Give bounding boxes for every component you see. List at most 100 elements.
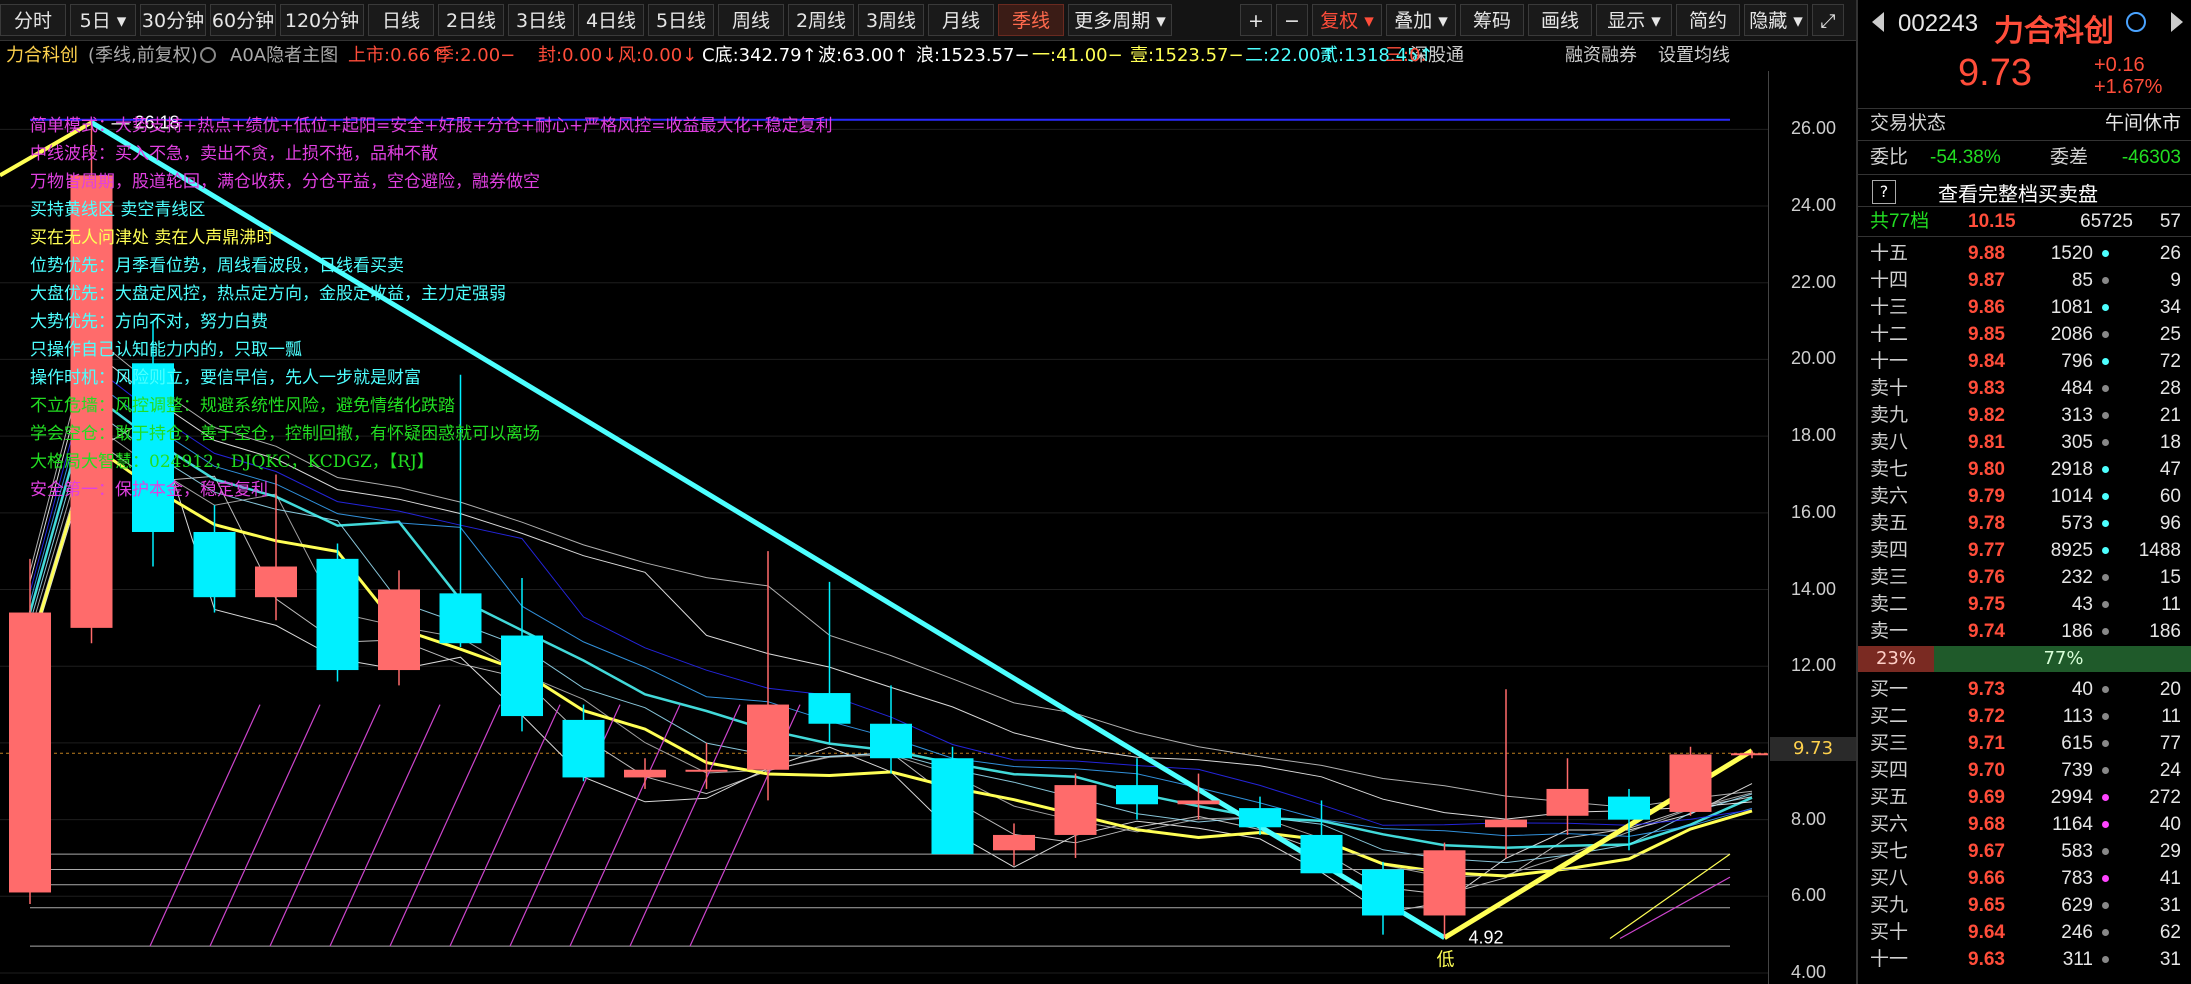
bid-label: 买十 [1870, 922, 1909, 943]
indicator-value-5: 波:63.00↑ [818, 45, 909, 66]
candle-body-7 [439, 593, 482, 644]
candle-body-23 [1423, 850, 1466, 916]
plus-button[interactable]: + [1240, 4, 1272, 36]
help-icon[interactable]: ? [1872, 180, 1896, 204]
link-margin-trading[interactable]: 融资融券 [1565, 41, 1637, 71]
gear-icon[interactable] [200, 47, 216, 63]
low-marker: 低 [1437, 950, 1455, 971]
fan-line-3 [329, 704, 441, 947]
draw-button[interactable]: 画线 [1528, 4, 1592, 36]
period-button-8[interactable]: 4日线 [578, 4, 644, 36]
ask-price: 9.87 [1968, 270, 2005, 291]
indicator-info-bar: 力合科创 (季线,前复权) A0A隐者主图 深股通 融资融券 设置均线 上市:0… [0, 41, 1856, 71]
candle-body-21 [1300, 834, 1343, 874]
prev-stock-icon[interactable] [1872, 12, 1884, 32]
bid-count: 77 [2159, 733, 2181, 754]
bid-dot-icon [2102, 767, 2109, 774]
bid-volume: 113 [2062, 706, 2093, 727]
period-button-10[interactable]: 周线 [718, 4, 784, 36]
next-stock-icon[interactable] [2171, 12, 2183, 32]
fan-line-8 [629, 704, 741, 947]
candle-body-6 [378, 589, 420, 671]
y-tick-label-7: 18.00 [1791, 425, 1837, 446]
simple-button[interactable]: 简约 [1676, 4, 1740, 36]
y-tick-label-9: 22.00 [1791, 271, 1837, 292]
low-price-label: 4.92 [1469, 928, 1504, 948]
period-button-9[interactable]: 5日线 [648, 4, 714, 36]
ask-count: 72 [2159, 351, 2181, 372]
period-button-13[interactable]: 月线 [928, 4, 994, 36]
period-button-11[interactable]: 2周线 [788, 4, 854, 36]
y-tick-label-2: 8.00 [1791, 808, 1827, 829]
period-button-6[interactable]: 2日线 [438, 4, 504, 36]
candle-body-27 [1669, 754, 1712, 812]
note-line-5: 位势优先：月季看位势，周线看波段，日线看买卖 [30, 256, 404, 276]
minus-button[interactable]: − [1276, 4, 1308, 36]
period-button-1[interactable]: 5日 ▾ [70, 4, 136, 36]
bid-row-3: 买四 9.70 739 24 [1858, 757, 2191, 784]
period-button-12[interactable]: 3周线 [858, 4, 924, 36]
period-button-14[interactable]: 季线 [998, 4, 1064, 36]
ask-label: 卖八 [1870, 432, 1909, 453]
ask-price: 9.83 [1968, 378, 2005, 399]
note-line-7: 大势优先：方向不对，努力白费 [30, 312, 268, 332]
bid-count: 40 [2159, 814, 2181, 835]
ask-price: 9.86 [1968, 297, 2005, 318]
ask-label: 卖二 [1870, 594, 1909, 615]
hide-button[interactable]: 隐藏 ▾ [1744, 4, 1808, 36]
indicator-name[interactable]: A0A隐者主图 [230, 41, 338, 71]
ask-dot-icon [2102, 304, 2109, 311]
ask-count: 60 [2159, 486, 2181, 507]
period-button-4[interactable]: 120分钟 [280, 4, 364, 36]
indicator-value-3: 风:0.00↓ [618, 45, 698, 66]
candle-body-12 [747, 704, 789, 770]
ask-dot-icon [2102, 466, 2109, 473]
ask-volume: 2918 [2050, 459, 2093, 480]
display-button[interactable]: 显示 ▾ [1596, 4, 1672, 36]
ask-dot-icon [2102, 439, 2109, 446]
bid-price: 9.67 [1968, 841, 2005, 862]
bid-price: 9.73 [1968, 679, 2005, 700]
chip-button[interactable]: 筹码 [1460, 4, 1524, 36]
ask-label: 十一 [1870, 351, 1909, 372]
bid-count: 41 [2159, 868, 2181, 889]
bid-count: 29 [2159, 841, 2181, 862]
ask-volume: 186 [2061, 621, 2093, 642]
note-line-10: 不立危墙：风控调整：规避系统性风险，避免情绪化跌踏 [30, 396, 455, 416]
fullscreen-icon[interactable]: ⤢ [1812, 4, 1844, 36]
period-button-2[interactable]: 30分钟 [140, 4, 206, 36]
ask-volume: 8925 [2050, 540, 2093, 561]
bid-volume: 615 [2061, 733, 2093, 754]
period-button-0[interactable]: 分时 [0, 4, 66, 36]
bid-dot-icon [2102, 821, 2109, 828]
ask-dot-icon [2102, 628, 2109, 635]
ask-price: 9.74 [1968, 621, 2005, 642]
ask-count: 26 [2159, 243, 2181, 264]
candle-body-15 [931, 758, 974, 855]
info-icon[interactable] [2126, 12, 2146, 32]
ask-row-6: 卖九 9.82 313 21 [1858, 402, 2191, 429]
period-button-5[interactable]: 日线 [368, 4, 434, 36]
price-change: +0.16 [2094, 54, 2145, 76]
ask-price: 9.77 [1968, 540, 2005, 561]
bid-count: 31 [2159, 895, 2181, 916]
y-tick-label-5: 14.00 [1791, 578, 1837, 599]
period-button-7[interactable]: 3日线 [508, 4, 574, 36]
ask-count: 1488 [2138, 540, 2181, 561]
link-set-ma[interactable]: 设置均线 [1658, 41, 1730, 71]
overlay-button[interactable]: 叠加 ▾ [1386, 4, 1456, 36]
bid-row-7: 买八 9.66 783 41 [1858, 865, 2191, 892]
period-button-3[interactable]: 60分钟 [210, 4, 276, 36]
full-book-button[interactable]: 查看完整档买卖盘 [1938, 178, 2098, 207]
ask-dot-icon [2102, 277, 2109, 284]
bid-label: 买三 [1870, 733, 1909, 754]
period-button-15[interactable]: 更多周期 ▾ [1068, 4, 1172, 36]
bid-dot-icon [2102, 875, 2109, 882]
bid-count: 272 [2149, 787, 2181, 808]
candle-body-19 [1177, 800, 1220, 805]
ask-row-14: 卖一 9.74 186 186 [1858, 618, 2191, 645]
fan-line-2 [269, 704, 381, 947]
fuquan-button[interactable]: 复权 ▾ [1312, 4, 1382, 36]
candle-body-28 [1731, 753, 1768, 756]
bid-dot-icon [2102, 902, 2109, 909]
